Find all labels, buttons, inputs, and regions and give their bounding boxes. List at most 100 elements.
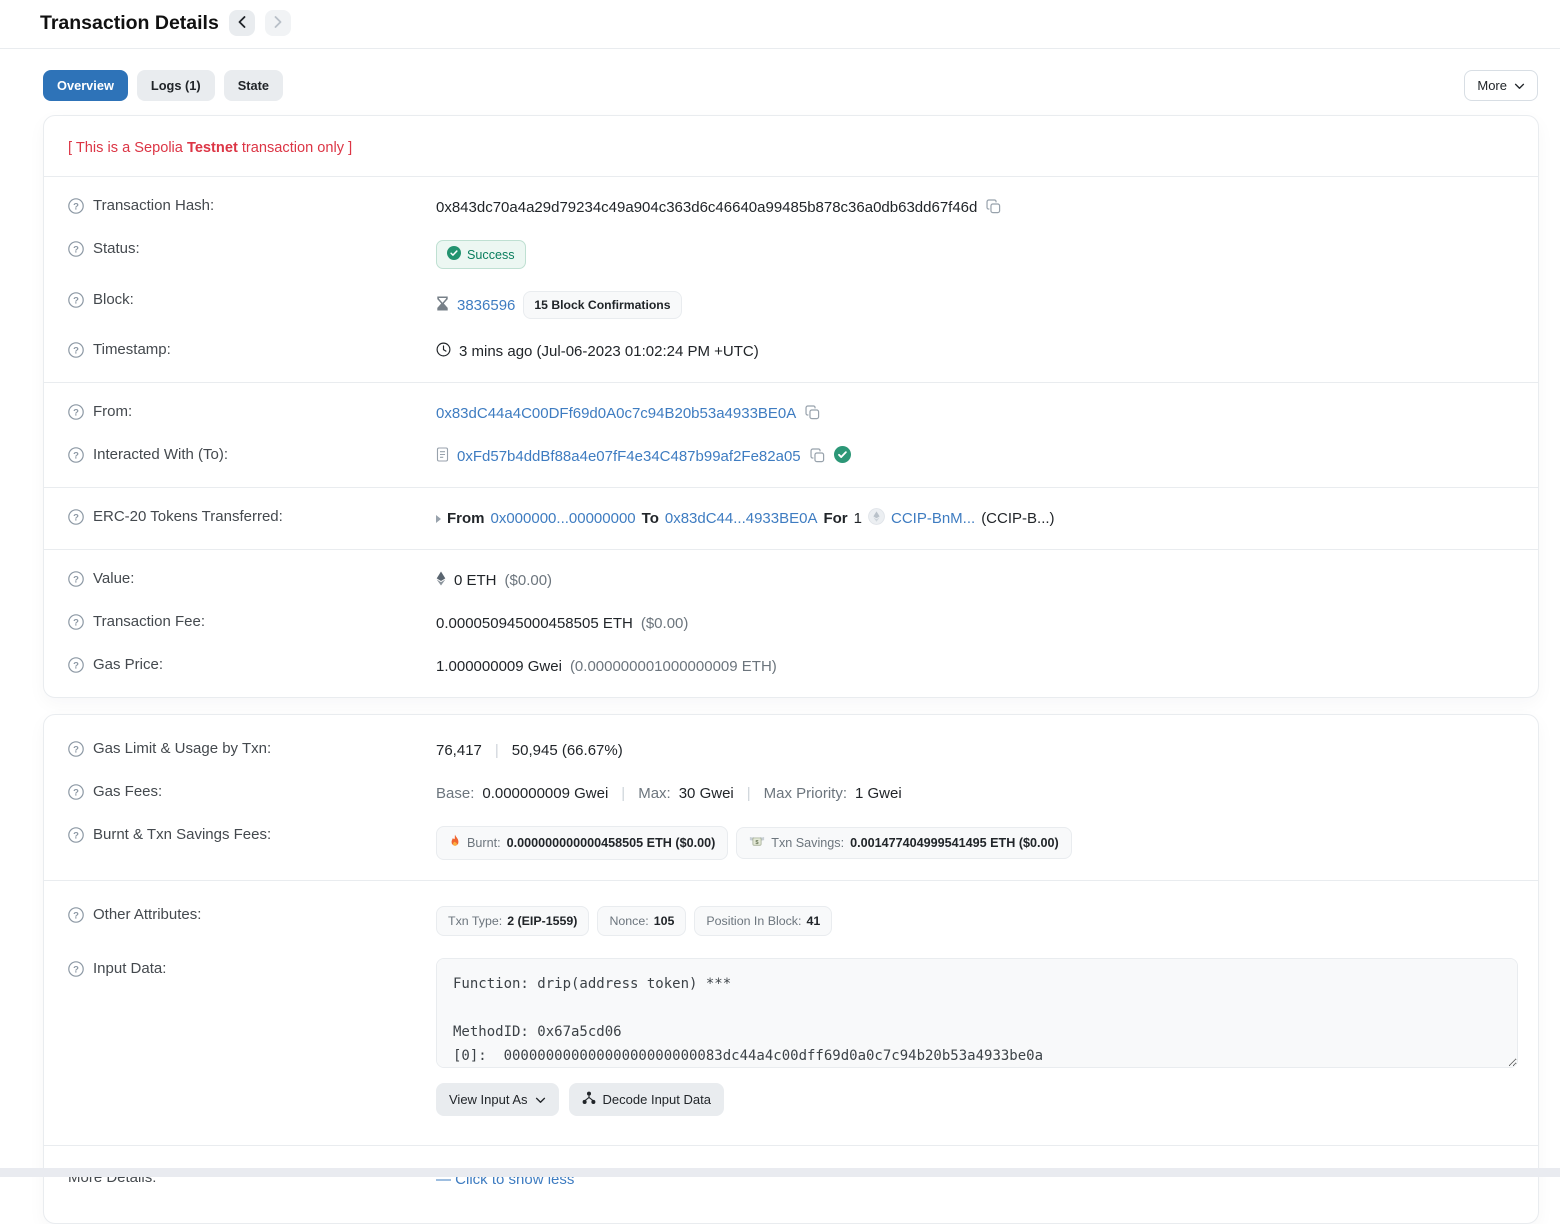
txn-savings-value: 0.001477404999541495 ETH ($0.00): [850, 836, 1059, 850]
erc20-transfers-row: ? ERC-20 Tokens Transferred: From 0x0000…: [44, 497, 1538, 540]
timestamp-value: 3 mins ago (Jul-06-2023 01:02:24 PM +UTC…: [459, 343, 759, 360]
svg-text:?: ?: [73, 660, 79, 671]
svg-text:?: ?: [73, 574, 79, 585]
copy-from-address-button[interactable]: [804, 405, 821, 423]
transfer-amount: 1: [854, 510, 862, 527]
txn-savings-badge: $ Txn Savings: 0.001477404999541495 ETH …: [736, 827, 1071, 859]
help-icon[interactable]: ?: [68, 784, 84, 800]
view-input-as-button[interactable]: View Input As: [436, 1083, 559, 1116]
transaction-fee-label: Transaction Fee:: [93, 613, 205, 630]
help-icon[interactable]: ?: [68, 741, 84, 757]
copy-to-address-button[interactable]: [809, 448, 826, 466]
timestamp-label: Timestamp:: [93, 341, 171, 358]
gas-price-row: ? Gas Price: 1.000000009 Gwei (0.0000000…: [44, 645, 1538, 688]
position-label: Position In Block:: [706, 914, 801, 928]
svg-text:?: ?: [73, 617, 79, 628]
help-icon[interactable]: ?: [68, 509, 84, 525]
tab-state[interactable]: State: [224, 70, 283, 101]
max-fee-label: Max:: [638, 785, 671, 802]
input-data-textarea[interactable]: Function: drip(address token) *** Method…: [436, 958, 1518, 1068]
erc20-transfer-item: From 0x000000...00000000 To 0x83dC44...4…: [436, 508, 1055, 529]
block-number-link[interactable]: 3836596: [457, 297, 515, 314]
other-attributes-row: ? Other Attributes: Txn Type: 2 (EIP-155…: [44, 895, 1538, 947]
copy-hash-button[interactable]: [985, 199, 1002, 217]
view-input-as-label: View Input As: [449, 1092, 528, 1107]
transfer-from-address-link[interactable]: 0x000000...00000000: [491, 510, 636, 527]
help-icon[interactable]: ?: [68, 342, 84, 358]
help-icon[interactable]: ?: [68, 241, 84, 257]
txn-type-label: Txn Type:: [448, 914, 502, 928]
help-icon[interactable]: ?: [68, 404, 84, 420]
svg-text:?: ?: [73, 244, 79, 255]
transaction-hash-value: 0x843dc70a4a29d79234c49a904c363d6c46640a…: [436, 199, 977, 216]
gas-fees-label: Gas Fees:: [93, 783, 162, 800]
svg-text:?: ?: [73, 407, 79, 418]
svg-text:?: ?: [73, 201, 79, 212]
status-label: Status:: [93, 240, 140, 257]
tab-logs[interactable]: Logs (1): [137, 70, 215, 101]
check-circle-icon: [447, 246, 461, 263]
burnt-savings-row: ? Burnt & Txn Savings Fees: Burnt: 0.000…: [44, 815, 1538, 871]
chevron-right-icon: [273, 16, 283, 31]
transfer-to-address-link[interactable]: 0x83dC44...4933BE0A: [665, 510, 818, 527]
transaction-fee-row: ? Transaction Fee: 0.000050945000458505 …: [44, 602, 1538, 645]
gas-fees-row: ? Gas Fees: Base: 0.000000009 Gwei | Max…: [44, 772, 1538, 815]
testnet-notice: [ This is a Sepolia Testnet transaction …: [44, 116, 1538, 176]
money-wings-icon: $: [749, 835, 765, 851]
footer-strip: [0, 1168, 1560, 1177]
page-title: Transaction Details: [40, 12, 219, 35]
decode-input-data-button[interactable]: Decode Input Data: [569, 1083, 724, 1116]
gas-price-label: Gas Price:: [93, 656, 163, 673]
verified-contract-icon: [834, 446, 851, 467]
help-icon[interactable]: ?: [68, 292, 84, 308]
nonce-label: Nonce:: [609, 914, 648, 928]
txn-type-badge: Txn Type: 2 (EIP-1559): [436, 906, 589, 936]
max-priority-fee-value: 1 Gwei: [855, 785, 902, 802]
clock-icon: [436, 342, 451, 361]
more-dropdown-button[interactable]: More: [1464, 70, 1538, 101]
help-icon[interactable]: ?: [68, 961, 84, 977]
burnt-savings-label: Burnt & Txn Savings Fees:: [93, 826, 271, 843]
nonce-badge: Nonce: 105: [597, 906, 686, 936]
help-icon[interactable]: ?: [68, 614, 84, 630]
svg-text:?: ?: [73, 295, 79, 306]
from-address-link[interactable]: 0x83dC44a4C00DFf69d0A0c7c94B20b53a4933BE…: [436, 405, 796, 422]
tabs-row: Overview Logs (1) State More: [0, 49, 1560, 115]
transaction-hash-label: Transaction Hash:: [93, 197, 214, 214]
svg-text:?: ?: [73, 744, 79, 755]
transfer-from-label: From: [447, 510, 485, 527]
hourglass-icon: [436, 296, 449, 315]
previous-transaction-button[interactable]: [229, 10, 255, 36]
help-icon[interactable]: ?: [68, 657, 84, 673]
interacted-with-label: Interacted With (To):: [93, 446, 228, 463]
status-row: ? Status: Success: [44, 229, 1538, 280]
help-icon[interactable]: ?: [68, 827, 84, 843]
value-label: Value:: [93, 570, 134, 587]
gas-limit-usage-label: Gas Limit & Usage by Txn:: [93, 740, 271, 757]
help-icon[interactable]: ?: [68, 571, 84, 587]
token-name-link[interactable]: CCIP-BnM...: [891, 510, 975, 527]
more-label: More: [1477, 78, 1507, 93]
transfer-for-label: For: [823, 510, 847, 527]
base-fee-value: 0.000000009 Gwei: [482, 785, 608, 802]
tab-overview[interactable]: Overview: [43, 70, 128, 101]
next-transaction-button[interactable]: [265, 10, 291, 36]
gas-price-amount: 1.000000009 Gwei: [436, 658, 562, 675]
gas-price-eth: (0.000000001000000009 ETH): [570, 658, 777, 675]
transfer-to-label: To: [642, 510, 659, 527]
value-row: ? Value: 0 ETH ($0.00): [44, 559, 1538, 602]
help-icon[interactable]: ?: [68, 198, 84, 214]
timestamp-row: ? Timestamp: 3 mins ago (Jul-06-2023 01:…: [44, 330, 1538, 373]
max-priority-fee-label: Max Priority:: [764, 785, 847, 802]
svg-text:?: ?: [73, 345, 79, 356]
help-icon[interactable]: ?: [68, 447, 84, 463]
erc20-transfers-label: ERC-20 Tokens Transferred:: [93, 508, 283, 525]
to-address-link[interactable]: 0xFd57b4ddBf88a4e07fF4e34C487b99af2Fe82a…: [457, 448, 801, 465]
chevron-down-icon: [1514, 78, 1525, 93]
from-row: ? From: 0x83dC44a4C00DFf69d0A0c7c94B20b5…: [44, 392, 1538, 435]
txn-savings-label: Txn Savings:: [771, 836, 844, 850]
svg-text:?: ?: [73, 830, 79, 841]
contract-icon: [436, 447, 449, 466]
help-icon[interactable]: ?: [68, 907, 84, 923]
input-data-actions: View Input As Decode Input Data: [436, 1083, 1518, 1116]
